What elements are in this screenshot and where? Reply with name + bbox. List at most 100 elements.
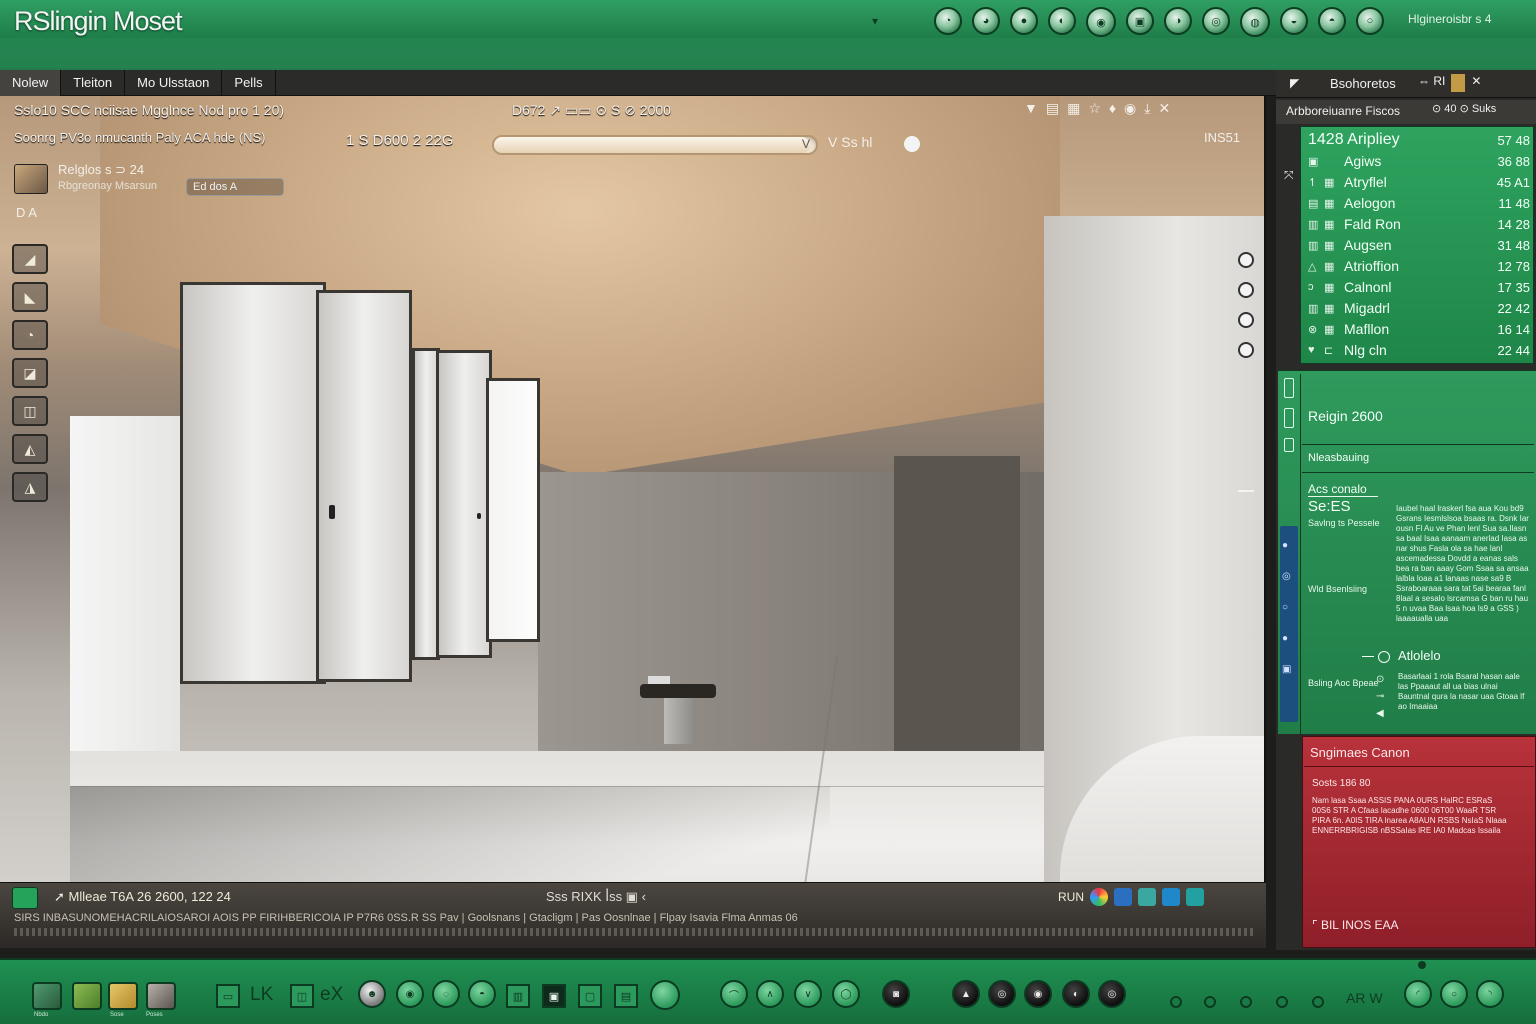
globe-icon[interactable]: ◉ <box>396 980 424 1008</box>
curve-icon[interactable]: ⌒ <box>720 980 748 1008</box>
layer-chip[interactable]: Ed dos A <box>186 178 284 196</box>
dot-icon[interactable] <box>1312 996 1324 1008</box>
color-wheel-icon[interactable] <box>1090 888 1108 906</box>
shell-icon[interactable]: ◝ <box>1476 980 1504 1008</box>
close-icon[interactable]: ✕ <box>1158 100 1170 117</box>
list-icon[interactable]: ▤ <box>1046 100 1059 117</box>
save-icon[interactable]: ● <box>1010 7 1038 35</box>
list-item[interactable]: △ ▦ Atrioffion 12 78 <box>1308 256 1530 276</box>
dock-label[interactable]: AR W <box>1346 990 1383 1006</box>
rotate-tool-icon[interactable]: ◔ <box>12 320 48 350</box>
help-icon[interactable]: ○ <box>1356 7 1384 35</box>
scene-icon[interactable]: ◍ <box>1240 7 1270 37</box>
pan-icon[interactable] <box>1238 282 1254 298</box>
run-label[interactable]: RUN <box>1058 890 1084 904</box>
list-item[interactable]: ↄ ▦ Calnonl 17 35 <box>1308 277 1530 297</box>
redo-icon[interactable]: ◕ <box>972 7 1000 35</box>
list-item[interactable]: ♥ ⊏ Nlg cln 22 44 <box>1308 340 1530 360</box>
toggle-checkbox[interactable] <box>1284 438 1294 452</box>
thumbnail-camera[interactable] <box>146 982 176 1010</box>
zoom-icon[interactable] <box>1238 312 1254 328</box>
peak-icon[interactable]: ∧ <box>756 980 784 1008</box>
camera-icon[interactable]: ▣ <box>1126 7 1154 35</box>
list-item[interactable]: ▥ ▦ Fald Ron 14 28 <box>1308 214 1530 234</box>
download-icon[interactable]: ⤓ <box>1144 100 1150 117</box>
render-icon[interactable]: ◉ <box>1086 7 1116 37</box>
collapse-icon[interactable] <box>1238 490 1254 492</box>
warnings-footer[interactable]: ⌜ BIL INOS EAA <box>1312 918 1399 932</box>
render-viewport[interactable] <box>0 96 1266 948</box>
sphere-icon[interactable]: ○ <box>1440 980 1468 1008</box>
dropdown-icon[interactable]: ▼ <box>1024 100 1038 117</box>
tab-pells[interactable]: Pells <box>222 70 276 96</box>
list-item[interactable]: ▥ ▦ Migadrl 22 42 <box>1308 298 1530 318</box>
progress-dropdown-icon[interactable]: V <box>802 137 810 151</box>
target-icon[interactable]: ◉ <box>1024 980 1052 1008</box>
dot-icon[interactable] <box>1204 996 1216 1008</box>
frame-tool-icon[interactable]: ◫ <box>12 396 48 426</box>
panel-pin-icon[interactable]: ◤ <box>1290 76 1299 90</box>
viewport-toggle-icon[interactable] <box>904 136 920 152</box>
focus-icon[interactable]: ◎ <box>1098 980 1126 1008</box>
dot-icon[interactable] <box>1276 996 1288 1008</box>
list-item[interactable]: ⊗ ▦ Mafllon 16 14 <box>1308 319 1530 339</box>
thumbnail-texture[interactable] <box>108 982 138 1010</box>
tab-mo-ulsstaon[interactable]: Mo Ulsstaon <box>125 70 223 96</box>
toggle-checkbox[interactable] <box>1284 378 1294 398</box>
ring-icon[interactable]: ○ <box>1282 602 1291 613</box>
donut-icon[interactable]: ◎ <box>988 980 1016 1008</box>
list-item[interactable]: ▥ ▦ Augsen 31 48 <box>1308 235 1530 255</box>
face-icon[interactable]: ☻ <box>358 980 386 1008</box>
triangle-icon[interactable]: ▲ <box>952 980 980 1008</box>
link-icon[interactable]: ⊸ <box>1376 691 1384 702</box>
play-icon[interactable]: ◀ <box>1376 708 1384 719</box>
box-icon[interactable]: ▥ <box>506 984 530 1008</box>
move-tool-icon[interactable]: ◣ <box>12 282 48 312</box>
scale-tool-icon[interactable]: ◪ <box>12 358 48 388</box>
target-icon[interactable]: ◉ <box>1124 100 1136 117</box>
orbit-icon[interactable] <box>1238 252 1254 268</box>
valley-icon[interactable]: ∨ <box>794 980 822 1008</box>
panel-icon[interactable]: ▤ <box>614 984 638 1008</box>
layer-lock-icon[interactable]: D A <box>16 205 37 220</box>
status-indicator-icon[interactable] <box>12 887 38 909</box>
eye-icon[interactable]: ◓ <box>468 980 496 1008</box>
terminal-icon[interactable]: ▣ <box>542 984 566 1008</box>
diamond-icon[interactable]: ♦ <box>1109 100 1116 117</box>
outliner-controls[interactable]: ⊙ 40 ⊙ Suks <box>1432 102 1496 115</box>
viewport-bottom-controls[interactable]: Sss RIXK ꟾss ▣ ‹ <box>546 889 646 905</box>
light-icon[interactable]: ◑ <box>1164 7 1192 35</box>
grid-icon[interactable]: ▦ <box>1067 100 1080 117</box>
layers-icon[interactable] <box>1138 888 1156 906</box>
list-item[interactable]: ▤ ▦ Aelogon 11 48 <box>1308 193 1530 213</box>
camera-icon[interactable]: ● <box>1282 633 1291 644</box>
lock-icon[interactable]: ◎ <box>1282 571 1291 582</box>
panel-color-icon[interactable] <box>1451 74 1466 92</box>
panel-link-icon[interactable]: ⇔ RI <box>1418 74 1445 92</box>
list-item[interactable]: 1428 Aripliey 57 48 <box>1308 130 1530 150</box>
import-icon[interactable]: ◫ <box>290 984 314 1008</box>
viewport-mode-label[interactable]: V Ss hl <box>828 134 872 150</box>
screen-icon[interactable] <box>1186 888 1204 906</box>
eye-icon[interactable]: ● <box>1282 540 1291 551</box>
record-icon[interactable] <box>650 980 680 1010</box>
tab-nolew[interactable]: Nolew <box>0 70 62 96</box>
dock-text-2[interactable]: eX <box>320 984 343 1006</box>
ring-icon[interactable]: ◌ <box>432 980 460 1008</box>
measure-tool-icon[interactable]: ◭ <box>12 434 48 464</box>
atlas-radio[interactable] <box>1378 651 1390 663</box>
open-icon[interactable]: ◐ <box>1048 7 1076 35</box>
thumbnail-scene[interactable] <box>32 982 62 1010</box>
settings-icon[interactable]: ◓ <box>1318 7 1346 35</box>
list-item[interactable]: ↿ ▦ Atryflel 45 A1 <box>1308 172 1530 192</box>
star-icon[interactable]: ☆ <box>1088 100 1101 117</box>
dot-icon[interactable] <box>1240 996 1252 1008</box>
eye-icon[interactable]: ◐ <box>1062 980 1090 1008</box>
list-item[interactable]: ▣ Agiws 36 88 <box>1308 151 1530 171</box>
sb-icon[interactable]: ▣ <box>1282 664 1291 675</box>
layer-thumbnail[interactable] <box>14 164 48 194</box>
render-progress-bar[interactable]: V <box>492 135 818 155</box>
thumbnail-material[interactable] <box>72 982 102 1010</box>
arc-icon[interactable]: ◜ <box>1404 980 1432 1008</box>
toggle-checkbox[interactable] <box>1284 408 1294 428</box>
